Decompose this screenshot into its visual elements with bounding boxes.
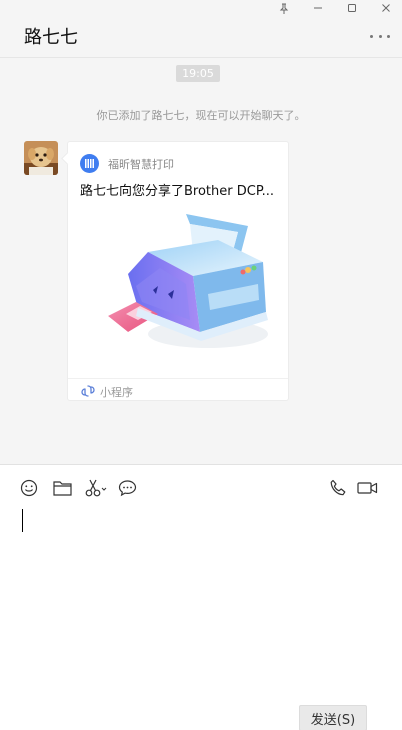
card-footer: 小程序 (68, 378, 288, 401)
maximize-icon[interactable] (337, 0, 367, 16)
phone-icon[interactable] (327, 477, 349, 499)
timestamp: 19:05 (176, 65, 220, 82)
text-cursor (22, 509, 23, 532)
minimize-icon[interactable] (303, 0, 333, 16)
emoji-icon[interactable] (18, 477, 40, 499)
more-options-button[interactable] (370, 31, 390, 41)
close-icon[interactable] (371, 0, 401, 16)
card-title: 路七七向您分享了Brother DCP... (80, 184, 275, 199)
pin-icon[interactable] (269, 0, 299, 16)
chat-bubble-icon[interactable] (116, 477, 138, 499)
chat-title: 路七七 (24, 27, 78, 48)
printer-illustration-icon (108, 214, 268, 348)
system-message: 你已添加了路七七，现在可以开始聊天了。 (96, 109, 306, 122)
message-input[interactable] (18, 505, 384, 685)
send-button[interactable]: 发送(S) (299, 705, 367, 730)
scissors-icon[interactable] (83, 477, 109, 499)
folder-icon[interactable] (51, 477, 73, 499)
app-logo-icon (80, 154, 99, 173)
mini-program-label: 小程序 (100, 386, 133, 399)
video-icon[interactable] (355, 477, 379, 499)
input-area: 发送(S) (0, 464, 402, 730)
title-bar: 路七七 (0, 0, 402, 58)
mini-program-card[interactable]: 福昕智慧打印 路七七向您分享了Brother DCP... 小程序 (67, 141, 289, 401)
avatar[interactable] (24, 141, 58, 175)
mini-program-icon (81, 385, 95, 397)
message-list[interactable]: 19:05 你已添加了路七七，现在可以开始聊天了。 福昕智慧打印 路七七向您分享… (0, 59, 402, 464)
card-app-name: 福昕智慧打印 (108, 158, 174, 171)
